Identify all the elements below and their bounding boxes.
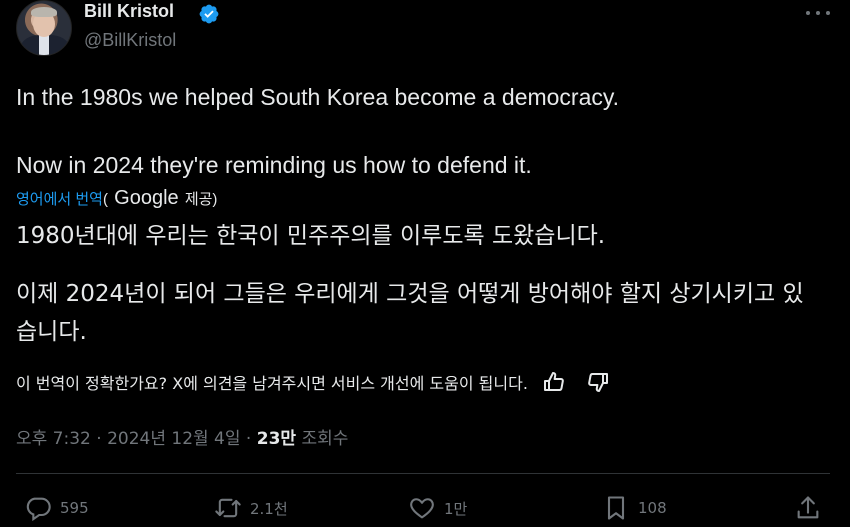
translation-paren: ( [102,191,108,208]
views-count: 23만 [256,429,297,449]
repost-button[interactable]: 2.1천 [214,494,288,522]
translated-line: 습니다. [16,319,87,345]
more-icon[interactable] [806,8,830,18]
tweet-line: Now in 2024 they're reminding us how to … [16,152,532,178]
reply-button[interactable]: 595 [24,494,89,522]
verified-badge-icon [199,4,219,24]
translated-from-link[interactable]: 영어에서 번역 [16,191,103,208]
author-name[interactable]: Bill Kristol [84,1,174,22]
meta-separator: · [240,429,257,449]
avatar[interactable] [16,0,72,56]
tweet-line: In the 1980s we helped South Korea becom… [16,84,620,110]
reply-count: 595 [60,499,89,517]
translated-line: 이제 2024년이 되어 그들은 우리에게 그것을 어떻게 방어해야 할지 상기… [16,281,804,307]
meta-separator: · [90,429,108,449]
action-bar: 595 2.1천 1만 108 [16,488,830,527]
translated-text: 1980년대에 우리는 한국이 민주주의를 이루도록 도왔습니다. 이제 202… [16,217,836,351]
translation-feedback: 이 번역이 정확한가요? X에 의견을 남겨주시면 서비스 개선에 도움이 됩니… [16,370,610,394]
like-icon [410,498,434,519]
share-button[interactable] [794,494,830,522]
translation-label: 영어에서 번역( Google 제공) [16,187,217,210]
views-label: 조회수 [296,429,349,449]
translated-line: 1980년대에 우리는 한국이 민주주의를 이루도록 도왔습니다. [16,223,606,249]
thumbs-down-icon[interactable] [586,370,610,394]
bookmark-icon [607,496,625,520]
like-count: 1만 [444,499,468,518]
divider [16,473,830,474]
tweet-meta: 오후 7:32 · 2024년 12월 4일 · 23만 조회수 [16,424,348,449]
reply-icon [26,497,51,522]
thumbs-up-icon[interactable] [542,370,566,394]
bookmark-button[interactable]: 108 [602,494,667,522]
google-logo: Google [114,187,179,209]
tweet-date[interactable]: 2024년 12월 4일 [107,429,240,449]
like-button[interactable]: 1만 [408,494,467,522]
translation-provider-suffix: 제공) [184,191,218,208]
tweet-text: In the 1980s we helped South Korea becom… [16,80,836,182]
author-handle[interactable]: @BillKristol [84,30,176,51]
feedback-prompt: 이 번역이 정확한가요? X에 의견을 남겨주시면 서비스 개선에 도움이 됩니… [16,374,528,393]
repost-icon [215,498,241,518]
bookmark-count: 108 [638,499,667,517]
share-icon [797,496,819,519]
tweet-timestamp[interactable]: 오후 7:32 [16,429,91,449]
repost-count: 2.1천 [250,499,288,518]
